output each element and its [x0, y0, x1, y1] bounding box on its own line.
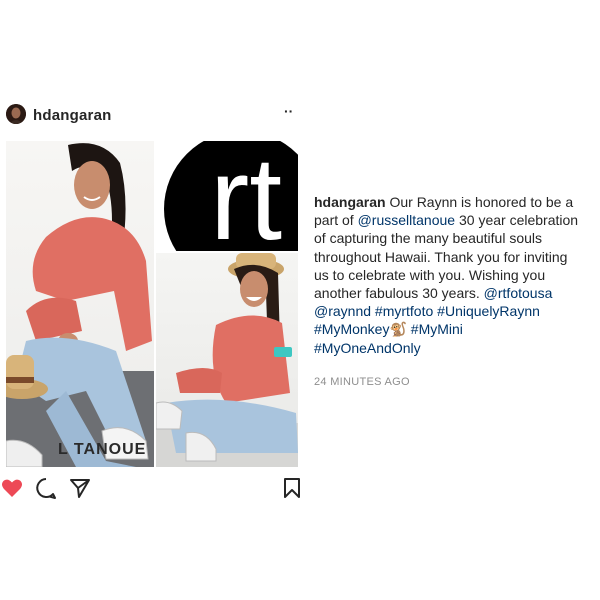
- post-header: hdangaran ··: [0, 100, 300, 134]
- post-timestamp: 24 MINUTES AGO: [314, 376, 410, 388]
- post-caption: hdangaran Our Raynn is honored to be a p…: [314, 193, 586, 357]
- bookmark-icon[interactable]: [280, 476, 304, 500]
- hashtag-uniquelyraynn[interactable]: #UniquelyRaynn: [437, 303, 540, 319]
- hashtag-mymini[interactable]: #MyMini: [411, 321, 463, 337]
- mention-russelltanoue[interactable]: @russelltanoue: [358, 212, 456, 228]
- post-photo[interactable]: rt L TANOUE: [6, 141, 298, 467]
- avatar-image: [6, 104, 26, 124]
- photo-panel-logo: rt: [156, 141, 298, 251]
- girl-sitting-illustration: [6, 143, 154, 467]
- photo-watermark: L TANOUE: [58, 441, 147, 458]
- girl-laughing-illustration: [156, 253, 298, 467]
- comment-icon[interactable]: [34, 476, 58, 500]
- avatar[interactable]: [6, 104, 26, 124]
- share-icon[interactable]: [68, 476, 92, 500]
- monkey-emoji: 🐒: [389, 321, 407, 338]
- post-username[interactable]: hdangaran: [33, 107, 111, 124]
- rt-logo-text: rt: [210, 141, 282, 251]
- rt-logo: rt: [164, 141, 298, 251]
- hashtag-myrtfoto[interactable]: #myrtfoto: [375, 303, 433, 319]
- hashtag-mymonkey[interactable]: #MyMonkey: [314, 321, 389, 337]
- photo-panel-left: [6, 141, 154, 467]
- photo-panel-right: [156, 253, 298, 467]
- post-action-bar: [0, 476, 300, 500]
- mention-raynnd[interactable]: @raynnd: [314, 303, 371, 319]
- caption-username[interactable]: hdangaran: [314, 194, 386, 210]
- heart-icon[interactable]: [0, 476, 24, 500]
- more-options-icon[interactable]: ··: [284, 104, 293, 118]
- mention-rtfotousa[interactable]: @rtfotousa: [484, 285, 553, 301]
- hashtag-myoneandonly[interactable]: #MyOneAndOnly: [314, 340, 421, 356]
